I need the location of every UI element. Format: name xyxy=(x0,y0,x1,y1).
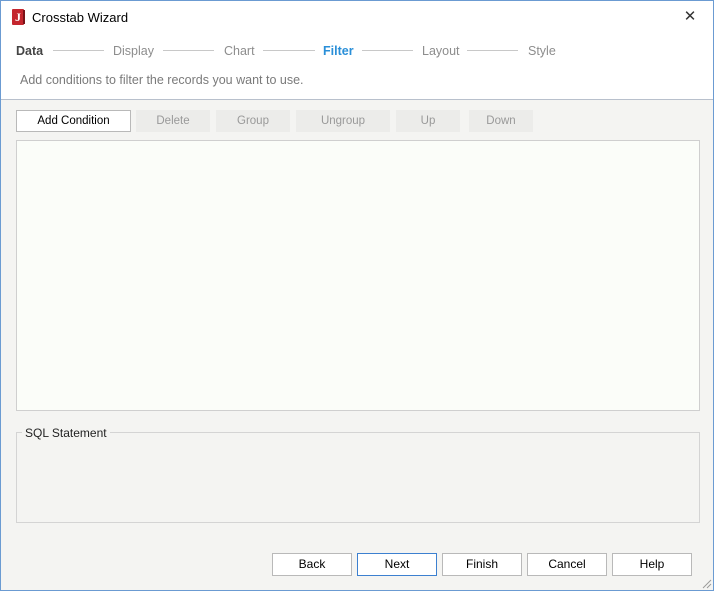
sql-statement-group xyxy=(16,432,700,523)
delete-button[interactable]: Delete xyxy=(136,110,210,132)
step-divider xyxy=(263,50,315,51)
add-condition-button[interactable]: Add Condition xyxy=(16,110,131,132)
step-divider xyxy=(362,50,413,51)
step-description: Add conditions to filter the records you… xyxy=(20,73,304,87)
group-button[interactable]: Group xyxy=(216,110,290,132)
step-chart: Chart xyxy=(224,44,255,58)
cancel-button[interactable]: Cancel xyxy=(527,553,607,576)
crosstab-wizard-window: J Crosstab Wizard ✕ Data Display Chart F… xyxy=(0,0,714,591)
step-divider xyxy=(467,50,518,51)
step-divider xyxy=(53,50,104,51)
resize-grip-icon[interactable] xyxy=(700,577,712,589)
step-data: Data xyxy=(16,44,44,58)
sql-statement-label: SQL Statement xyxy=(22,426,110,440)
down-button[interactable]: Down xyxy=(469,110,533,132)
wizard-header: Data Display Chart Filter Layout Style A… xyxy=(1,33,713,100)
step-display: Display xyxy=(113,44,154,58)
close-icon[interactable]: ✕ xyxy=(667,1,713,33)
finish-button[interactable]: Finish xyxy=(442,553,522,576)
help-button[interactable]: Help xyxy=(612,553,692,576)
ungroup-button[interactable]: Ungroup xyxy=(296,110,390,132)
step-style: Style xyxy=(528,44,556,58)
next-button[interactable]: Next xyxy=(357,553,437,576)
app-logo-icon: J xyxy=(12,9,25,25)
step-layout: Layout xyxy=(422,44,460,58)
step-divider xyxy=(163,50,214,51)
step-filter: Filter xyxy=(323,44,354,58)
conditions-list[interactable] xyxy=(16,140,700,411)
back-button[interactable]: Back xyxy=(272,553,352,576)
up-button[interactable]: Up xyxy=(396,110,460,132)
title-bar[interactable]: J Crosstab Wizard ✕ xyxy=(1,1,713,33)
window-title: Crosstab Wizard xyxy=(32,10,129,25)
